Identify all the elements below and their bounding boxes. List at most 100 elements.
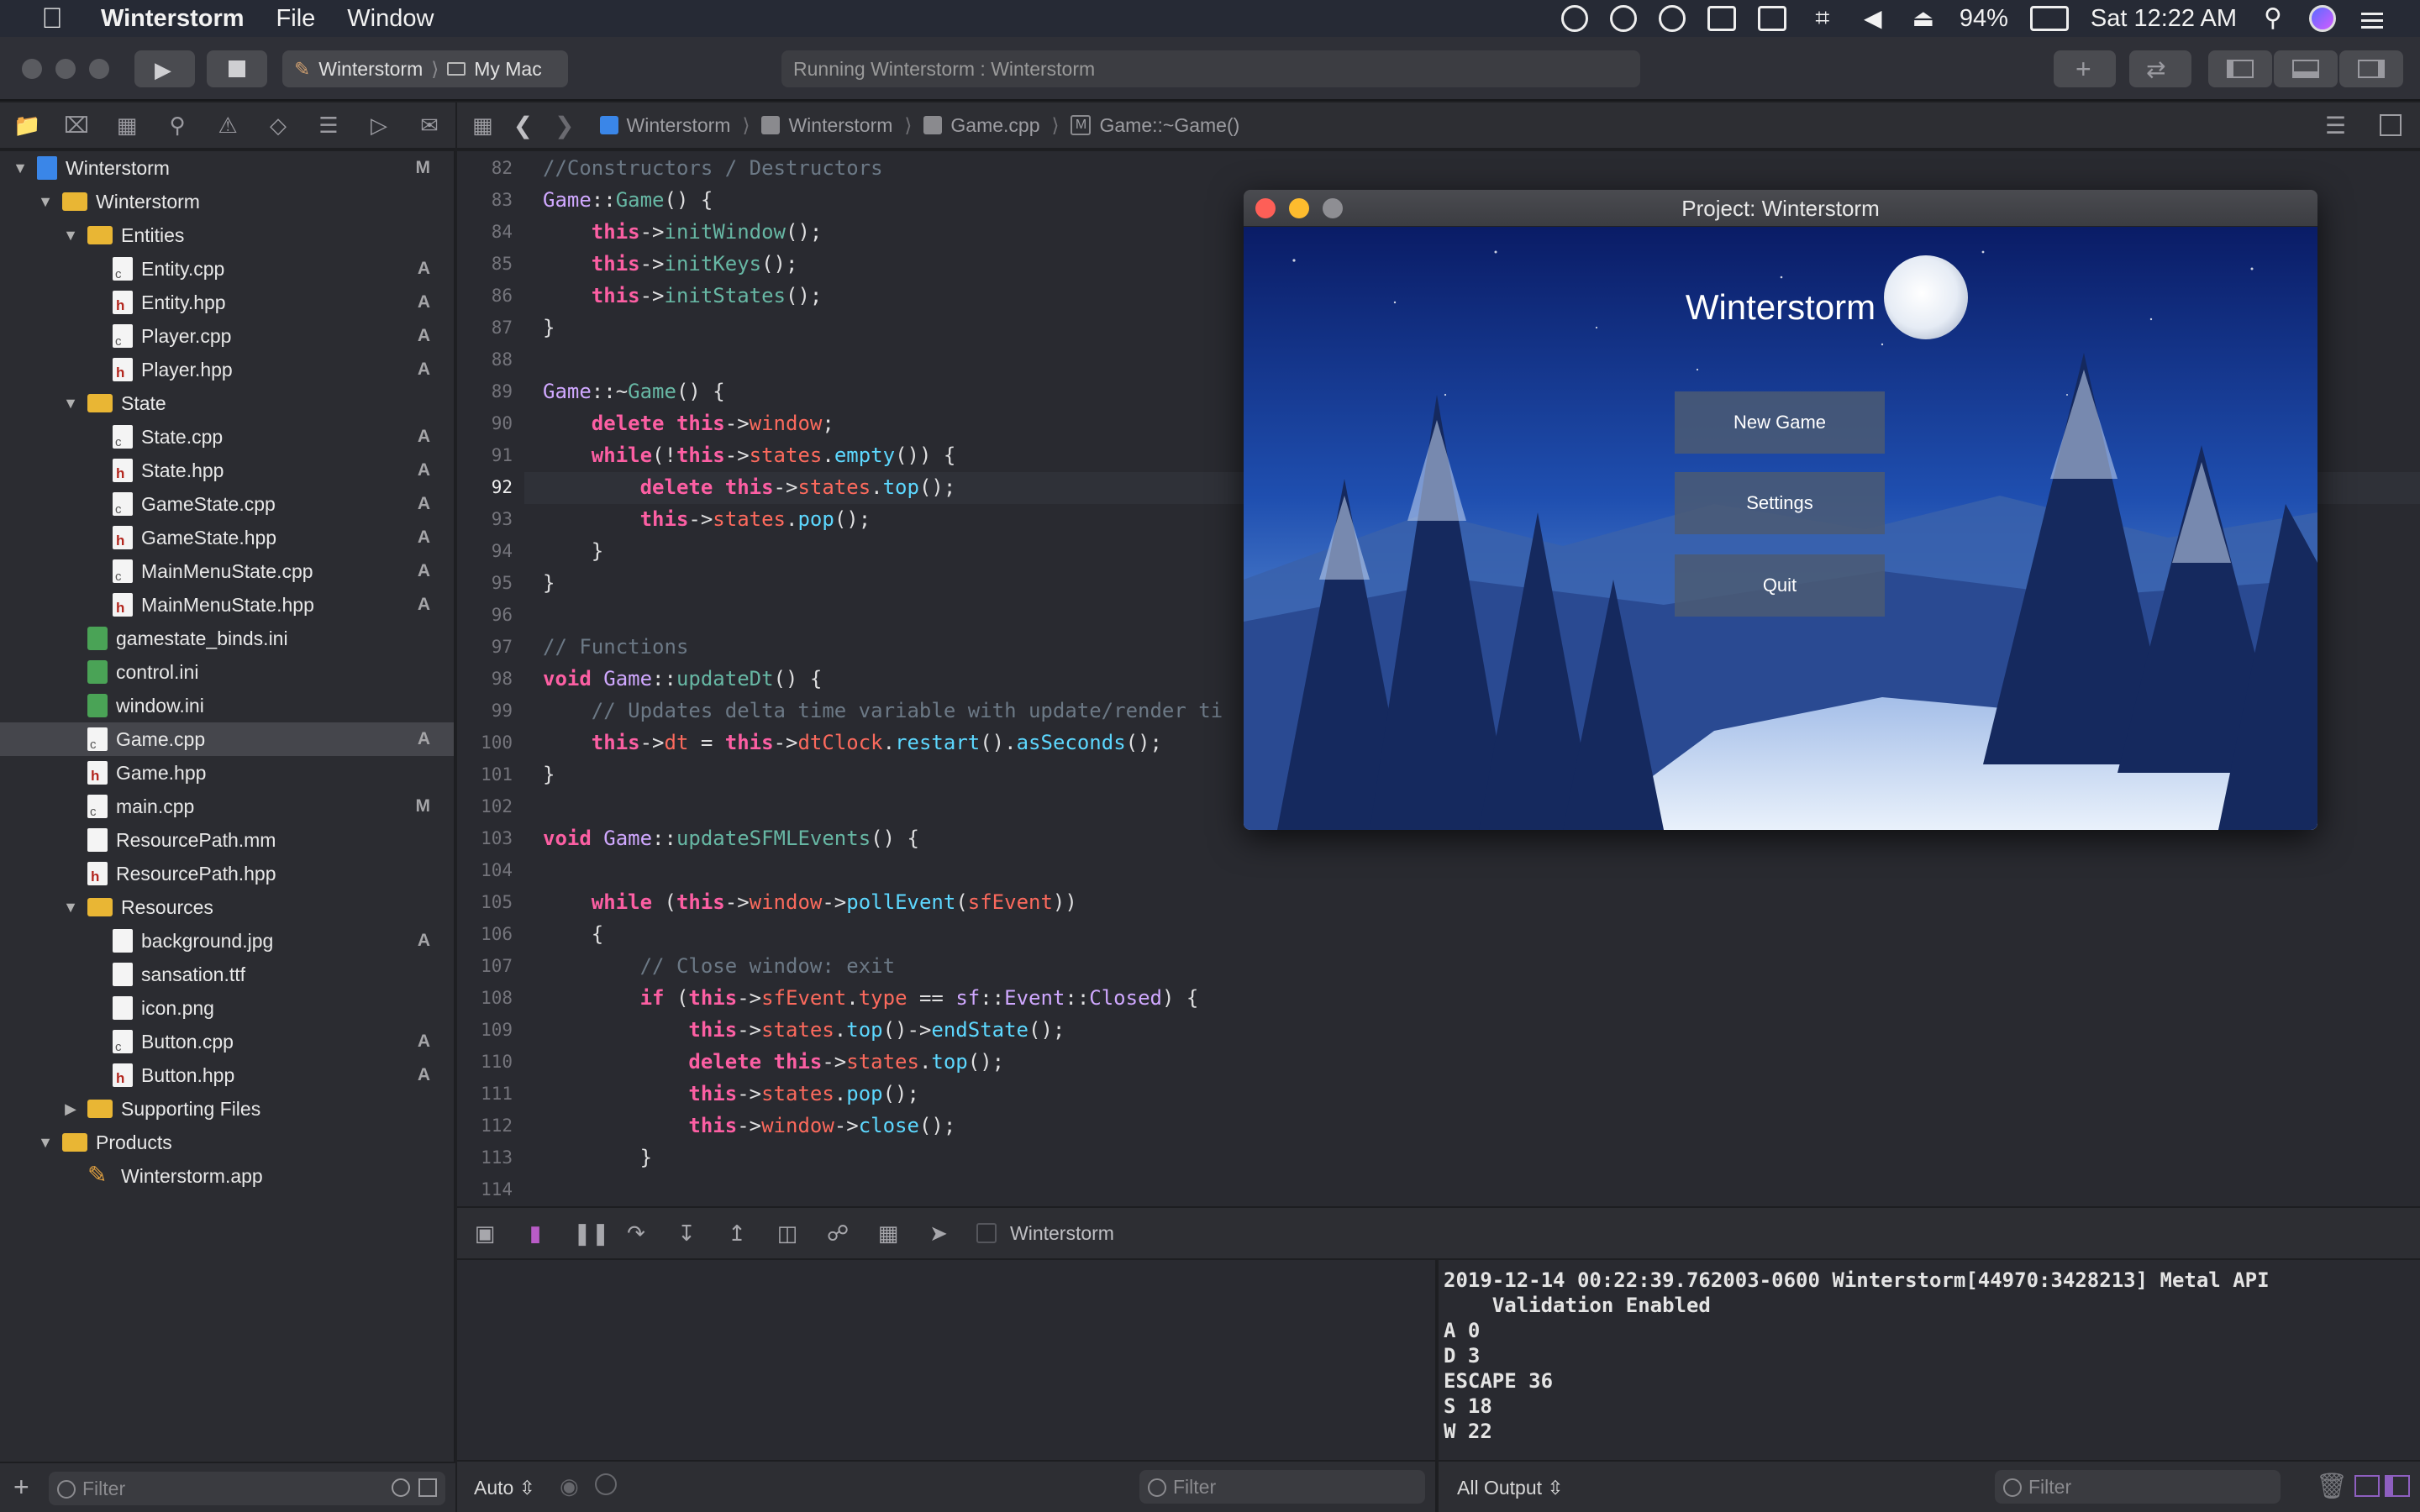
forward-arrow-icon[interactable]: ❯: [555, 112, 574, 139]
line-number[interactable]: 107: [457, 956, 524, 976]
navigator-file-row[interactable]: ▶ResourcePath.hpp: [0, 857, 454, 890]
navigator-file-row[interactable]: ▶State.hppA: [0, 454, 454, 487]
find-navigator-icon[interactable]: ⚲: [165, 113, 190, 138]
navigator-file-row[interactable]: ▶ResourcePath.mm: [0, 823, 454, 857]
quit-button[interactable]: Quit: [1675, 554, 1885, 617]
code-line[interactable]: this->states.top()->endState();: [543, 1018, 1065, 1042]
disclosure-expanded-icon[interactable]: ▼: [37, 193, 54, 211]
disclosure-expanded-icon[interactable]: ▼: [62, 899, 79, 916]
navigator-file-row[interactable]: ▶GameState.cppA: [0, 487, 454, 521]
breakpoint-navigator-icon[interactable]: ▷: [366, 113, 392, 138]
code-line[interactable]: delete this->states.top();: [543, 475, 956, 499]
eject-icon[interactable]: ⏏: [1909, 6, 1938, 31]
report-navigator-icon[interactable]: ✉: [417, 113, 442, 138]
line-number[interactable]: 97: [457, 637, 524, 657]
notification-icon[interactable]: [1757, 6, 1786, 31]
menu-window[interactable]: Window: [347, 5, 434, 33]
navigator-file-row[interactable]: ▶Entity.cppA: [0, 252, 454, 286]
settings-button[interactable]: Settings: [1675, 472, 1885, 534]
navigator-file-row[interactable]: ▶State.cppA: [0, 420, 454, 454]
wifi-icon[interactable]: ⌗: [1808, 6, 1837, 31]
variables-scope-selector[interactable]: Auto ⇳: [474, 1477, 535, 1499]
navigator-file-row[interactable]: ▶Game.cppA: [0, 722, 454, 756]
navigator-file-row[interactable]: ▶Button.hppA: [0, 1058, 454, 1092]
creative-cloud-icon[interactable]: [1609, 5, 1637, 32]
back-arrow-icon[interactable]: ❮: [513, 112, 533, 139]
window-close-button[interactable]: [22, 59, 42, 79]
disclosure-expanded-icon[interactable]: ▼: [37, 1134, 54, 1152]
game-close-button[interactable]: [1255, 198, 1276, 218]
line-number[interactable]: 109: [457, 1020, 524, 1040]
navigator-file-row[interactable]: ▶Game.hpp: [0, 756, 454, 790]
trash-icon[interactable]: 🗑: [2316, 1472, 2348, 1501]
line-number[interactable]: 82: [457, 158, 524, 178]
split-view-icon[interactable]: [2354, 1475, 2380, 1497]
navigator-group-row[interactable]: ▶ Supporting Files: [0, 1092, 454, 1126]
navigator-file-row[interactable]: ▶Button.cppA: [0, 1025, 454, 1058]
navigator-file-row[interactable]: ▶GameState.hppA: [0, 521, 454, 554]
step-into-icon[interactable]: ↧: [674, 1221, 699, 1246]
menu-app-name[interactable]: Winterstorm: [101, 5, 245, 33]
line-number[interactable]: 91: [457, 445, 524, 465]
code-line[interactable]: // Updates delta time variable with upda…: [543, 699, 1223, 722]
debug-navigator-icon[interactable]: ☰: [316, 113, 341, 138]
line-number[interactable]: 89: [457, 381, 524, 402]
variables-view[interactable]: Auto ⇳ ◉ Filter: [457, 1260, 1437, 1512]
variables-filter-input[interactable]: Filter: [1139, 1470, 1425, 1504]
line-number[interactable]: 84: [457, 222, 524, 242]
navigator-file-row[interactable]: ▶Player.cppA: [0, 319, 454, 353]
code-line[interactable]: this->dt = this->dtClock.restart().asSec…: [543, 731, 1162, 754]
code-line[interactable]: delete this->window;: [543, 412, 834, 435]
navigator-file-row[interactable]: ▶sansation.ttf: [0, 958, 454, 991]
quick-look-icon[interactable]: ◉: [560, 1473, 579, 1499]
navigator-file-row[interactable]: ▶MainMenuState.hppA: [0, 588, 454, 622]
breadcrumb-file[interactable]: Game.cpp: [923, 114, 1040, 137]
airplay-icon[interactable]: [1707, 6, 1736, 31]
navigator-filter-input[interactable]: Filter: [49, 1472, 445, 1505]
line-number[interactable]: 110: [457, 1052, 524, 1072]
navigator-group-row[interactable]: ▼ Entities: [0, 218, 454, 252]
line-number[interactable]: 88: [457, 349, 524, 370]
line-number[interactable]: 101: [457, 764, 524, 785]
code-line[interactable]: }: [543, 539, 603, 563]
breadcrumb-symbol[interactable]: M Game::~Game(): [1071, 114, 1239, 137]
recent-files-icon[interactable]: [392, 1478, 410, 1497]
step-over-icon[interactable]: ↷: [623, 1221, 649, 1246]
memory-graph-icon[interactable]: ☍: [825, 1221, 850, 1246]
menu-clock[interactable]: Sat 12:22 AM: [2091, 5, 2237, 33]
code-line[interactable]: this->initKeys();: [543, 252, 798, 276]
test-navigator-icon[interactable]: ◇: [266, 113, 291, 138]
disclosure-expanded-icon[interactable]: ▼: [12, 160, 29, 177]
info-icon[interactable]: [595, 1473, 617, 1495]
code-line[interactable]: }: [543, 1146, 652, 1169]
line-number[interactable]: 114: [457, 1179, 524, 1200]
line-number[interactable]: 106: [457, 924, 524, 944]
simulate-location-icon[interactable]: ➤: [926, 1221, 951, 1246]
line-number[interactable]: 85: [457, 254, 524, 274]
navigator-file-row[interactable]: ▶main.cppM: [0, 790, 454, 823]
library-button[interactable]: +: [2054, 50, 2116, 87]
scm-filter-icon[interactable]: [418, 1478, 437, 1497]
navigator-group-row[interactable]: ▼ Products: [0, 1126, 454, 1159]
line-number[interactable]: 94: [457, 541, 524, 561]
code-review-button[interactable]: ⇄: [2129, 50, 2191, 87]
line-number[interactable]: 90: [457, 413, 524, 433]
line-number[interactable]: 102: [457, 796, 524, 816]
window-zoom-button[interactable]: [89, 59, 109, 79]
add-file-icon[interactable]: +: [13, 1472, 29, 1503]
view-hierarchy-icon[interactable]: ◫: [775, 1221, 800, 1246]
line-number[interactable]: 113: [457, 1147, 524, 1168]
hide-debug-area-icon[interactable]: ▣: [472, 1221, 497, 1246]
console-only-icon[interactable]: [2385, 1475, 2410, 1497]
navigator-file-row[interactable]: ▶background.jpgA: [0, 924, 454, 958]
disclosure-expanded-icon[interactable]: ▼: [62, 395, 79, 412]
disclosure-collapsed-icon[interactable]: ▶: [62, 1100, 79, 1118]
line-number[interactable]: 83: [457, 190, 524, 210]
navigator-group-row[interactable]: ▼ Winterstorm: [0, 185, 454, 218]
code-line[interactable]: while(!this->states.empty()) {: [543, 444, 956, 467]
toggle-debug-area-button[interactable]: [2274, 50, 2338, 87]
disclosure-expanded-icon[interactable]: ▼: [62, 227, 79, 244]
console-output[interactable]: All Output ⇳ Filter 🗑 2019-12-14 00:22:3…: [1439, 1260, 2420, 1512]
line-number[interactable]: 93: [457, 509, 524, 529]
code-line[interactable]: void Game::updateSFMLEvents() {: [543, 827, 919, 850]
